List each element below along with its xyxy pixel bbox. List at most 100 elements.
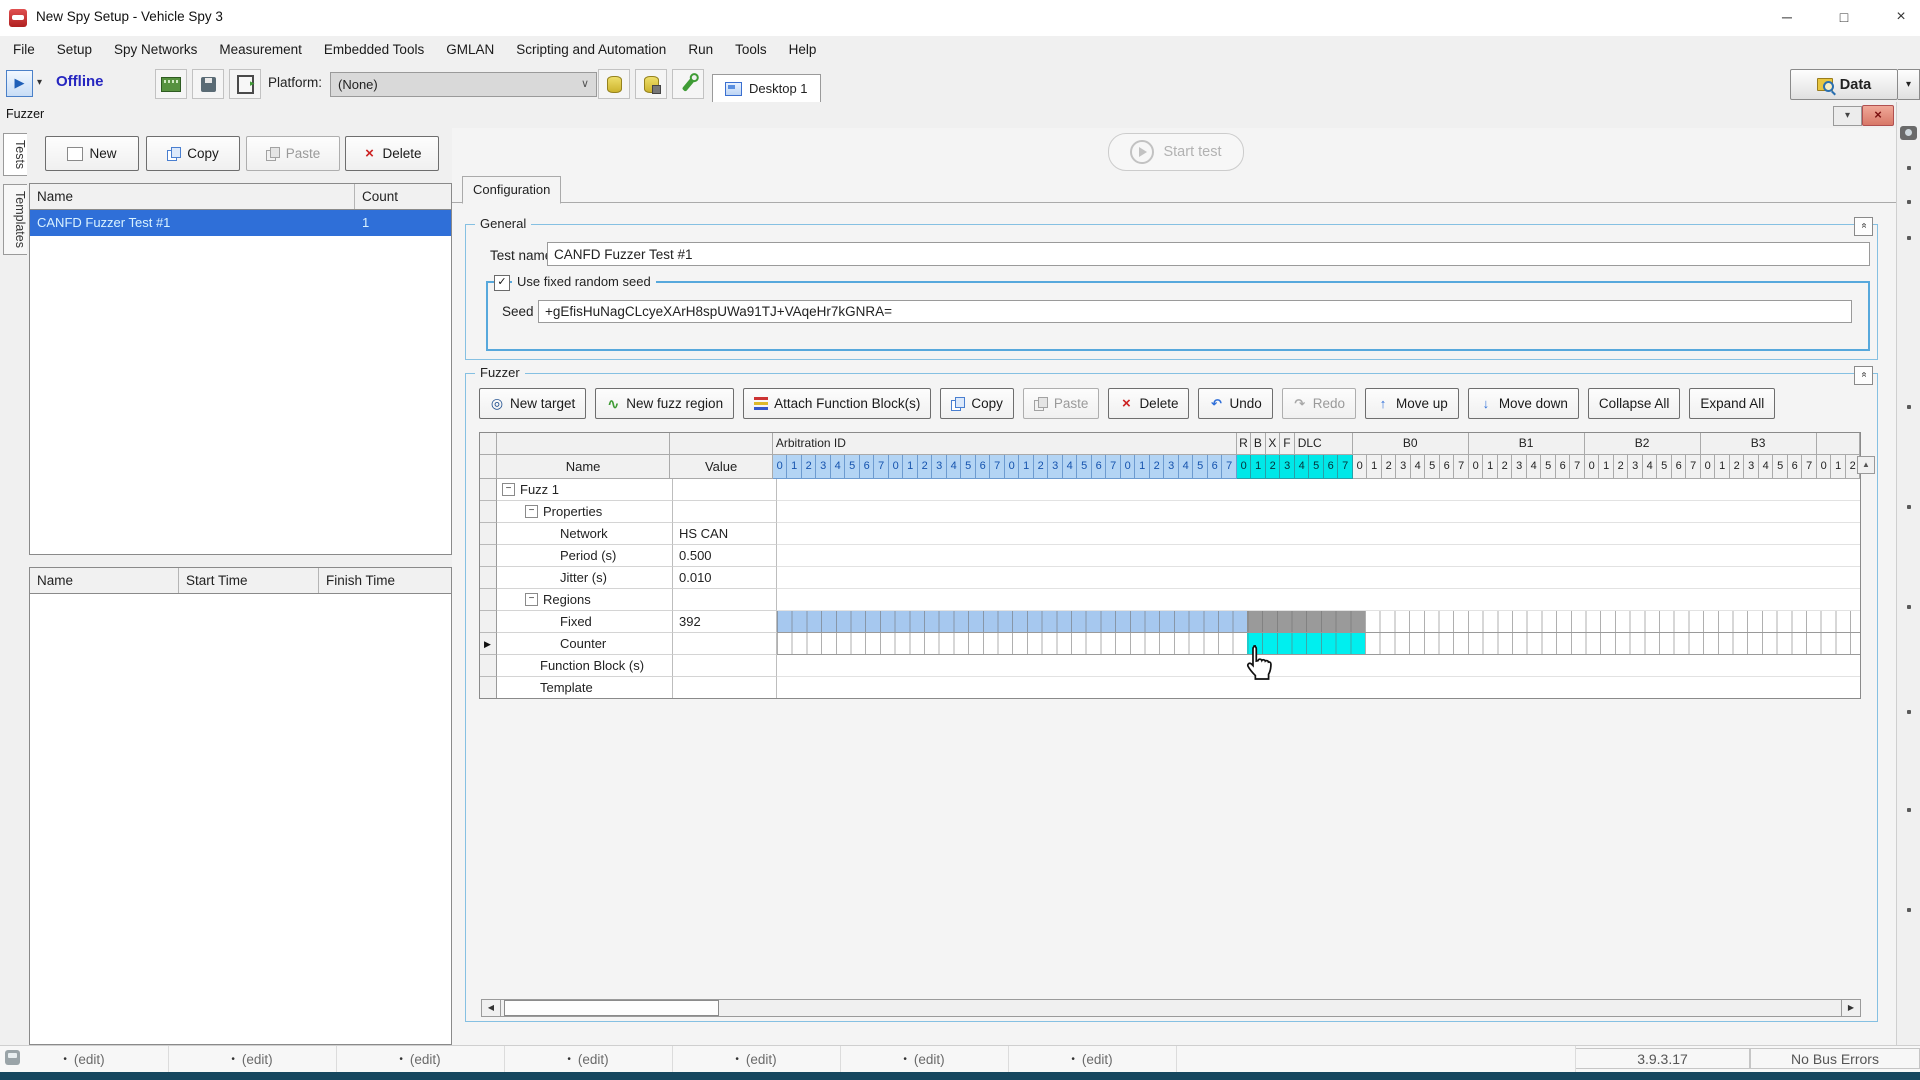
panel-close-button[interactable]: ×: [1862, 105, 1894, 126]
move-down-button[interactable]: ↓Move down: [1468, 388, 1579, 419]
redo-button[interactable]: ↷Redo: [1282, 388, 1356, 419]
close-button[interactable]: ×: [1884, 3, 1918, 31]
seed-input[interactable]: [538, 300, 1852, 323]
database-save-button[interactable]: [635, 69, 667, 99]
column-header-finish-time[interactable]: Finish Time: [319, 568, 451, 593]
row-value-cell[interactable]: 0.010: [673, 567, 777, 589]
tab-configuration[interactable]: Configuration: [462, 176, 561, 204]
attach-function-block-s-button[interactable]: Attach Function Block(s): [743, 388, 931, 419]
general-collapse-button[interactable]: «: [1854, 217, 1873, 236]
row-bit-area[interactable]: [777, 655, 1860, 677]
run-dropdown[interactable]: ▾: [32, 70, 47, 95]
grid-horizontal-scrollbar[interactable]: ◀ ▶: [481, 999, 1861, 1017]
tab-tests[interactable]: Tests: [3, 133, 27, 176]
menu-spy-networks[interactable]: Spy Networks: [103, 36, 208, 64]
column-header-name[interactable]: Name: [30, 568, 179, 593]
column-header-start-time[interactable]: Start Time: [179, 568, 319, 593]
row-gutter-cell[interactable]: ▶: [480, 633, 497, 655]
row-name-cell[interactable]: Fixed: [497, 611, 673, 633]
row-value-cell[interactable]: [673, 655, 777, 677]
row-value-cell[interactable]: [673, 589, 777, 611]
tools-button[interactable]: [672, 69, 704, 99]
row-bit-area[interactable]: [777, 479, 1860, 501]
delete-button[interactable]: ×Delete: [345, 136, 439, 171]
row-gutter-cell[interactable]: [480, 545, 497, 567]
menu-embedded-tools[interactable]: Embedded Tools: [313, 36, 435, 64]
capture-icon[interactable]: [1900, 126, 1917, 140]
maximize-button[interactable]: □: [1827, 3, 1861, 31]
scrollbar-thumb[interactable]: [504, 1000, 719, 1016]
menu-file[interactable]: File: [2, 36, 46, 64]
row-name-cell[interactable]: Template: [497, 677, 673, 699]
status-edit-segment[interactable]: •(edit): [168, 1046, 337, 1072]
fuzzer-collapse-button[interactable]: «: [1854, 366, 1873, 385]
scroll-right-icon[interactable]: ▶: [1841, 1000, 1860, 1016]
row-name-cell[interactable]: Counter: [497, 633, 673, 655]
name-column-header[interactable]: Name: [497, 455, 671, 479]
status-edit-segment[interactable]: •(edit): [672, 1046, 841, 1072]
row-name-cell[interactable]: −Regions: [497, 589, 673, 611]
database-button[interactable]: [598, 69, 630, 99]
row-gutter-cell[interactable]: [480, 589, 497, 611]
delete-button[interactable]: ×Delete: [1108, 388, 1189, 419]
status-edit-segment[interactable]: •(edit): [0, 1046, 169, 1072]
menu-help[interactable]: Help: [778, 36, 828, 64]
save-button[interactable]: [192, 69, 224, 99]
new-target-button[interactable]: ◎New target: [479, 388, 586, 419]
paste-button[interactable]: Paste: [1023, 388, 1100, 419]
menu-gmlan[interactable]: GMLAN: [435, 36, 505, 64]
copy-button[interactable]: Copy: [940, 388, 1014, 419]
tab-desktop-1[interactable]: Desktop 1: [712, 74, 821, 102]
row-bit-area[interactable]: [777, 523, 1860, 545]
row-value-cell[interactable]: 392: [673, 611, 777, 633]
row-bit-area[interactable]: [777, 545, 1860, 567]
undo-button[interactable]: ↶Undo: [1198, 388, 1272, 419]
grid-scroll-up-button[interactable]: ▲: [1857, 456, 1875, 474]
row-name-cell[interactable]: Jitter (s): [497, 567, 673, 589]
tree-expander-icon[interactable]: −: [525, 505, 538, 518]
row-value-cell[interactable]: [673, 479, 777, 501]
tab-templates[interactable]: Templates: [3, 184, 27, 255]
row-gutter-cell[interactable]: [480, 479, 497, 501]
collapse-all-button[interactable]: Collapse All: [1588, 388, 1681, 419]
logon-button[interactable]: [229, 69, 261, 99]
row-name-cell[interactable]: Period (s): [497, 545, 673, 567]
menu-setup[interactable]: Setup: [46, 36, 103, 64]
menu-tools[interactable]: Tools: [724, 36, 778, 64]
fixed-seed-checkbox[interactable]: ✓: [494, 275, 510, 291]
row-name-cell[interactable]: Network: [497, 523, 673, 545]
minimize-button[interactable]: ─: [1770, 3, 1804, 31]
status-edit-segment[interactable]: •(edit): [336, 1046, 505, 1072]
expand-all-button[interactable]: Expand All: [1689, 388, 1775, 419]
row-bit-area[interactable]: [777, 677, 1860, 699]
row-value-cell[interactable]: [673, 501, 777, 523]
paste-button[interactable]: Paste: [246, 136, 340, 171]
scroll-left-icon[interactable]: ◀: [482, 1000, 501, 1016]
row-bit-area[interactable]: [777, 611, 1860, 633]
tree-expander-icon[interactable]: −: [502, 483, 515, 496]
row-value-cell[interactable]: HS CAN: [673, 523, 777, 545]
run-button[interactable]: ▶: [6, 70, 33, 97]
row-gutter-cell[interactable]: [480, 611, 497, 633]
column-header-name[interactable]: Name: [30, 184, 355, 209]
new-fuzz-region-button[interactable]: ∿New fuzz region: [595, 388, 734, 419]
new-button[interactable]: New: [45, 136, 139, 171]
row-name-cell[interactable]: −Fuzz 1: [497, 479, 673, 501]
row-gutter-cell[interactable]: [480, 501, 497, 523]
row-value-cell[interactable]: 0.500: [673, 545, 777, 567]
tree-expander-icon[interactable]: −: [525, 593, 538, 606]
data-button[interactable]: Data: [1790, 69, 1898, 100]
status-edit-segment[interactable]: •(edit): [504, 1046, 673, 1072]
menu-scripting-and-automation[interactable]: Scripting and Automation: [505, 36, 677, 64]
menu-run[interactable]: Run: [677, 36, 724, 64]
platform-select[interactable]: (None) ∨: [330, 72, 597, 97]
status-edit-segment[interactable]: •(edit): [840, 1046, 1009, 1072]
data-dropdown[interactable]: ▾: [1898, 69, 1920, 100]
column-header-count[interactable]: Count: [355, 184, 451, 209]
row-name-cell[interactable]: −Properties: [497, 501, 673, 523]
row-bit-area[interactable]: [777, 501, 1860, 523]
row-bit-area[interactable]: [777, 589, 1860, 611]
copy-button[interactable]: Copy: [146, 136, 240, 171]
menu-measurement[interactable]: Measurement: [208, 36, 313, 64]
row-gutter-cell[interactable]: [480, 677, 497, 699]
